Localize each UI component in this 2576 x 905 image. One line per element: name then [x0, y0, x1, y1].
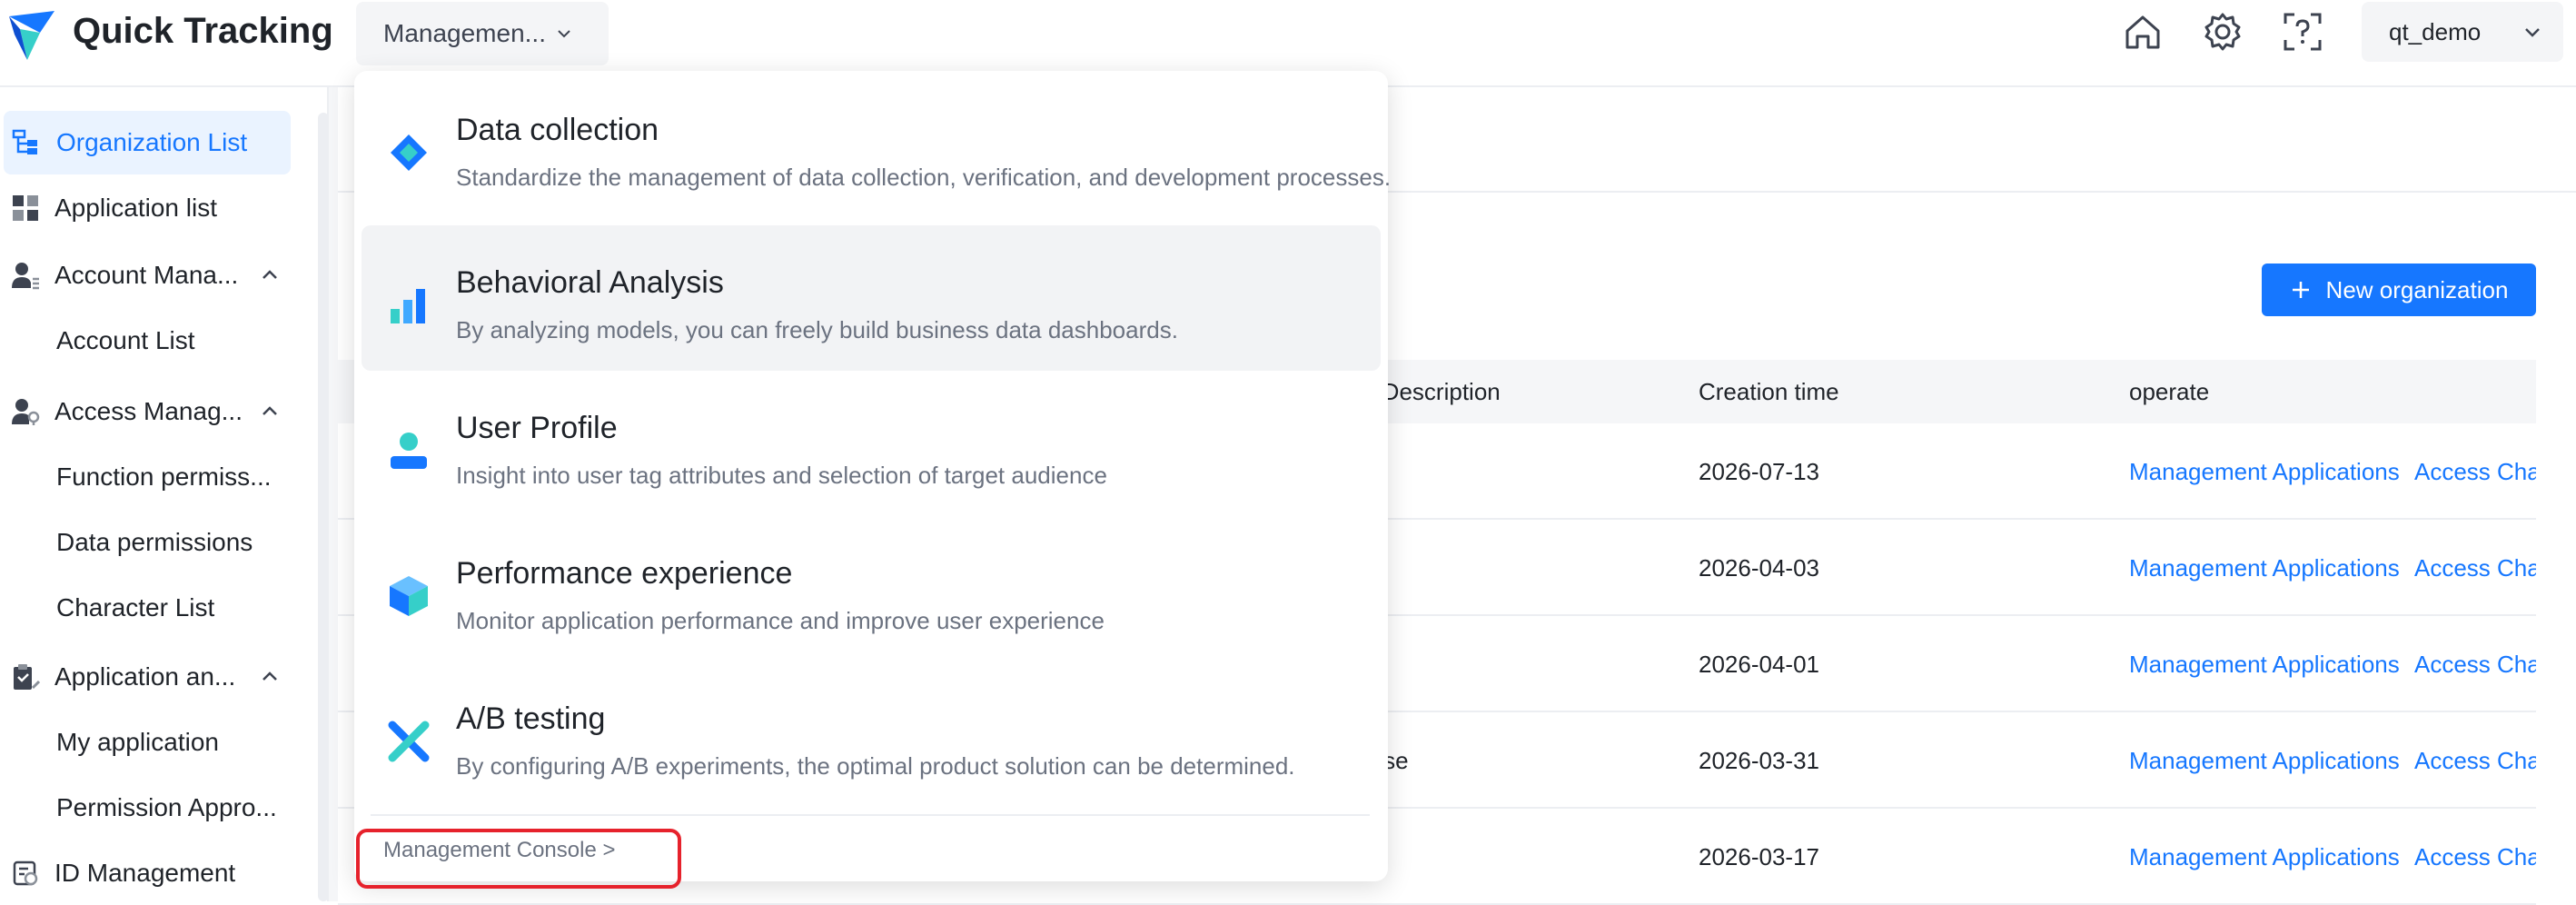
module-select-label: Managemen... [383, 19, 546, 47]
help-icon[interactable] [2282, 11, 2323, 53]
column-header-operate: operate [2129, 378, 2210, 405]
sidebar-item-label: Organization List [56, 128, 248, 156]
user-menu[interactable]: qt_demo [2362, 2, 2563, 62]
menu-item-behavioral-analysis[interactable]: Behavioral Analysis By analyzing models,… [362, 225, 1381, 371]
sidebar-item-access-management[interactable]: Access Manag... [0, 380, 309, 443]
org-tree-icon [12, 129, 37, 154]
clipboard-icon [14, 664, 40, 690]
manage-applications-link[interactable]: Management Applications [2129, 747, 2400, 775]
menu-item-title: Behavioral Analysis [456, 265, 724, 300]
chevron-down-icon [558, 30, 570, 38]
menu-item-title: Data collection [456, 113, 659, 147]
cell-creation-time: 2026-04-01 [1699, 651, 1819, 678]
module-dropdown-menu: Data collection Standardize the manageme… [354, 71, 1391, 881]
data-collection-icon [391, 134, 427, 171]
chevron-down-icon [2525, 28, 2541, 37]
cube-icon [390, 576, 428, 616]
chevron-up-icon [263, 406, 277, 415]
cell-creation-time: 2026-07-13 [1699, 458, 1819, 485]
chevron-up-icon [263, 270, 277, 279]
account-icon [12, 263, 39, 290]
username: qt_demo [2389, 17, 2482, 45]
access-change-link[interactable]: Access Cha [2414, 458, 2536, 486]
menu-item-description: By configuring A/B experiments, the opti… [456, 752, 1295, 780]
menu-item-description: Standardize the management of data colle… [456, 164, 1392, 191]
cell-creation-time: 2026-03-31 [1699, 747, 1819, 774]
menu-divider [371, 814, 1370, 816]
new-organization-button[interactable]: New organization [2262, 264, 2536, 316]
sidebar-item-label: My application [56, 728, 219, 756]
menu-item-performance-experience[interactable]: Performance experience Monitor applicati… [362, 516, 1381, 661]
sidebar-item-label: Function permiss... [56, 462, 272, 491]
sidebar-item-label: Character List [56, 593, 215, 622]
access-change-link[interactable]: Access Cha [2414, 747, 2536, 775]
menu-item-description: By analyzing models, you can freely buil… [456, 316, 1178, 343]
sidebar-item-label: ID Management [54, 859, 236, 887]
manage-applications-link[interactable]: Management Applications [2129, 651, 2400, 679]
user-profile-icon [391, 433, 427, 469]
ab-test-icon [388, 721, 430, 762]
app-grid-icon [13, 195, 38, 221]
bar-chart-icon [391, 289, 425, 323]
menu-item-title: User Profile [456, 411, 618, 445]
menu-item-title: Performance experience [456, 556, 793, 591]
menu-item-description: Monitor application performance and impr… [456, 607, 1105, 634]
access-change-link[interactable]: Access Cha [2414, 554, 2536, 582]
sidebar-item-account-management[interactable]: Account Mana... [0, 244, 309, 307]
menu-item-user-profile[interactable]: User Profile Insight into user tag attri… [362, 371, 1381, 516]
new-organization-label: New organization [2325, 275, 2509, 303]
access-icon [12, 399, 40, 425]
sidebar-item-application-approval[interactable]: Application an... [0, 645, 309, 709]
menu-item-ab-testing[interactable]: A/B testing By configuring A/B experimen… [362, 661, 1381, 807]
sidebar-item-label: Permission Appro... [56, 793, 277, 821]
column-header-creation-time: Creation time [1699, 378, 1839, 405]
plus-icon [2292, 282, 2309, 298]
access-change-link[interactable]: Access Cha [2414, 651, 2536, 679]
home-icon[interactable] [2122, 11, 2164, 53]
module-select[interactable]: Managemen... [356, 2, 609, 65]
menu-item-title: A/B testing [456, 701, 606, 736]
access-change-link[interactable]: Access Cha [2414, 843, 2536, 871]
chevron-up-icon [263, 671, 277, 681]
gear-icon[interactable] [2202, 11, 2244, 53]
sidebar-item-label: Account List [56, 326, 195, 354]
sidebar-item-label: Access Manag... [54, 397, 243, 425]
sidebar-item-label: Account Mana... [54, 261, 239, 289]
id-icon [13, 860, 38, 886]
menu-item-data-collection[interactable]: Data collection Standardize the manageme… [362, 73, 1391, 218]
app-title: Quick Tracking [73, 11, 333, 51]
sidebar-item-organization-list[interactable]: Organization List [4, 111, 291, 174]
sidebar-scrollbar[interactable] [318, 113, 329, 901]
cell-creation-time: 2026-03-17 [1699, 843, 1819, 870]
sidebar-item-label: Application an... [54, 662, 236, 691]
highlight-annotation [356, 829, 681, 889]
menu-item-description: Insight into user tag attributes and sel… [456, 462, 1107, 489]
sidebar: Organization List Application list Accou… [0, 87, 329, 901]
sidebar-item-label: Data permissions [56, 528, 253, 556]
cell-creation-time: 2026-04-03 [1699, 554, 1819, 582]
manage-applications-link[interactable]: Management Applications [2129, 554, 2400, 582]
manage-applications-link[interactable]: Management Applications [2129, 458, 2400, 486]
manage-applications-link[interactable]: Management Applications [2129, 843, 2400, 871]
quick-tracking-logo [9, 11, 54, 60]
sidebar-item-label: Application list [54, 194, 217, 222]
